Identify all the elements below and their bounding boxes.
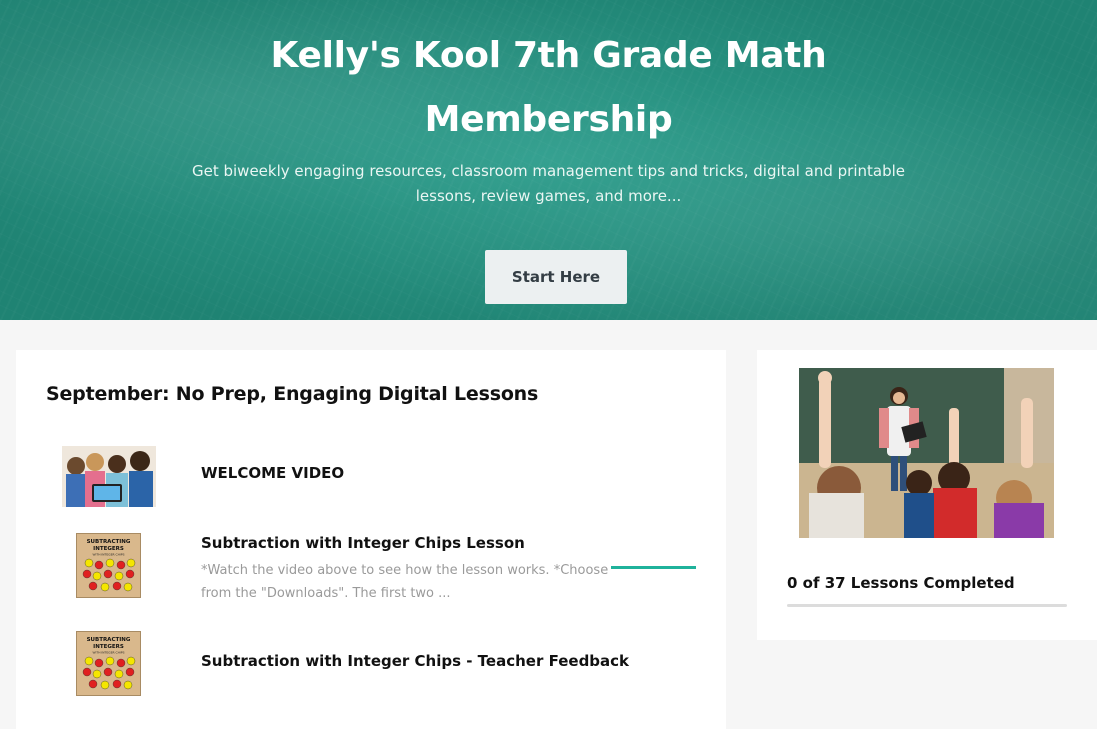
section-title: September: No Prep, Engaging Digital Les… xyxy=(46,383,539,405)
lesson-item-integer-chips[interactable]: SUBTRACTING INTEGERS WITH INTEGER CHIPS … xyxy=(16,533,726,613)
thumb-text-1: SUBTRACTING xyxy=(87,637,131,643)
classroom-photo xyxy=(799,368,1054,538)
lesson-title[interactable]: Subtraction with Integer Chips Lesson xyxy=(201,534,525,552)
lesson-title[interactable]: Subtraction with Integer Chips - Teacher… xyxy=(201,652,629,670)
start-here-button[interactable]: Start Here xyxy=(485,250,627,304)
lessons-completed-text: 0 of 37 Lessons Completed xyxy=(787,574,1015,592)
lesson-title[interactable]: WELCOME VIDEO xyxy=(201,464,344,482)
thumb-text-3: WITH INTEGER CHIPS xyxy=(93,553,125,557)
hero-banner: Kelly's Kool 7th Grade Math Membership G… xyxy=(0,0,1097,320)
integer-chips-thumbnail[interactable]: SUBTRACTING INTEGERS WITH INTEGER CHIPS xyxy=(76,631,141,696)
lesson-item-welcome-video[interactable]: WELCOME VIDEO xyxy=(16,446,726,508)
lesson-progress-indicator xyxy=(611,566,696,569)
page-title: Kelly's Kool 7th Grade Math Membership xyxy=(270,35,827,140)
kids-tablet-thumbnail[interactable] xyxy=(62,446,156,507)
integer-chips-thumbnail[interactable]: SUBTRACTING INTEGERS WITH INTEGER CHIPS xyxy=(76,533,141,598)
thumb-text-2: INTEGERS xyxy=(93,644,124,650)
progress-sidebar: 0 of 37 Lessons Completed xyxy=(757,350,1097,640)
thumb-text-2: INTEGERS xyxy=(93,546,124,552)
hero-subtitle: Get biweekly engaging resources, classro… xyxy=(191,162,905,205)
lesson-excerpt: *Watch the video above to see how the le… xyxy=(201,563,609,601)
lessons-card: September: No Prep, Engaging Digital Les… xyxy=(16,350,726,729)
completion-progress-bar xyxy=(787,604,1067,607)
thumb-text-1: SUBTRACTING xyxy=(87,539,131,545)
lesson-item-teacher-feedback[interactable]: SUBTRACTING INTEGERS WITH INTEGER CHIPS … xyxy=(16,631,726,699)
thumb-text-3: WITH INTEGER CHIPS xyxy=(93,651,125,655)
